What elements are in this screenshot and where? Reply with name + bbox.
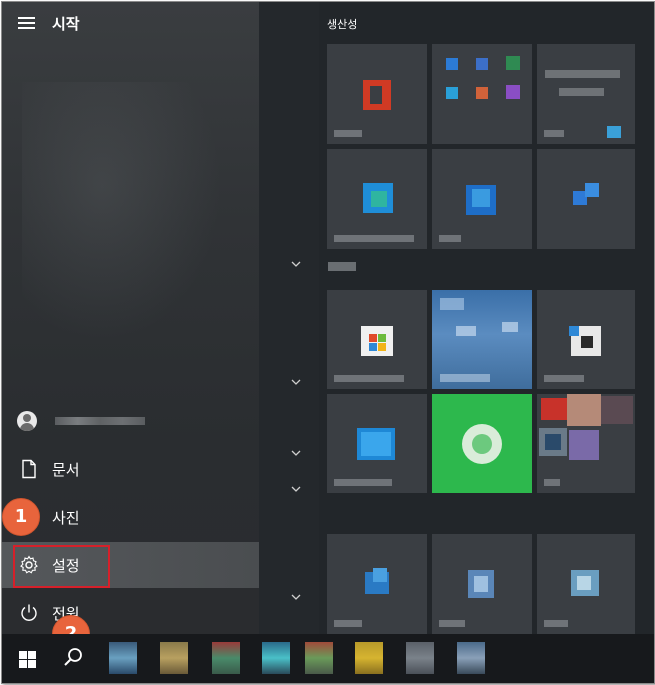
tile-blurred-app[interactable] [537,44,635,144]
taskbar-app-2[interactable] [160,642,188,674]
chevron-down-icon[interactable] [291,377,301,387]
tile-app-blue-window[interactable] [327,394,427,493]
tile-app-b[interactable] [432,534,532,634]
chevron-down-icon[interactable] [291,592,301,602]
start-menu-title: 시작 [52,15,80,33]
taskbar-app-3[interactable] [212,642,240,674]
taskbar-app-5[interactable] [305,642,333,674]
power-icon [21,604,37,621]
tile-group-title-blurred [328,262,356,271]
search-icon[interactable] [60,644,86,672]
document-icon [22,459,36,479]
screenshot-frame: 시작 문서 사진 설정 전원 1 생산성 [1,1,655,684]
tile-app-blue[interactable] [432,149,532,249]
taskbar-app-6[interactable] [355,642,383,674]
tile-green-app[interactable] [432,394,532,493]
taskbar [2,634,654,683]
taskbar-app-4[interactable] [262,642,290,674]
tile-photos-collage[interactable] [537,394,635,493]
tile-office-apps-folder[interactable] [432,44,532,144]
user-account[interactable] [17,409,257,433]
chevron-down-icon[interactable] [291,259,301,269]
nav-documents-label: 문서 [52,461,80,479]
hamburger-menu-icon[interactable] [18,17,35,31]
tile-group-title: 생산성 [327,18,358,31]
tile-store[interactable] [327,290,427,389]
callout-badge-1: 1 [2,498,40,536]
taskbar-app-8[interactable] [457,642,485,674]
settings-highlight-box [13,545,110,588]
tile-app-a[interactable] [327,534,427,634]
chevron-down-icon[interactable] [291,484,301,494]
windows-logo-icon [19,651,36,668]
user-avatar-icon [17,411,37,431]
tile-app-c[interactable] [537,534,635,634]
start-menu-gutter [259,2,319,634]
taskbar-app-7[interactable] [406,642,434,674]
tile-office[interactable] [327,44,427,144]
tile-app-arrow[interactable] [537,149,635,249]
nav-documents[interactable]: 문서 [2,446,259,492]
tile-edge[interactable] [327,149,427,249]
taskbar-app-1[interactable] [109,642,137,674]
nav-pictures-label: 사진 [52,509,80,527]
nav-power[interactable]: 전원 [2,590,259,636]
chevron-down-icon[interactable] [291,448,301,458]
tile-app-camera[interactable] [537,290,635,389]
tile-weather[interactable] [432,290,532,389]
user-name-blurred [55,417,145,425]
start-button[interactable] [7,639,47,679]
nav-pictures[interactable]: 사진 [2,494,259,540]
